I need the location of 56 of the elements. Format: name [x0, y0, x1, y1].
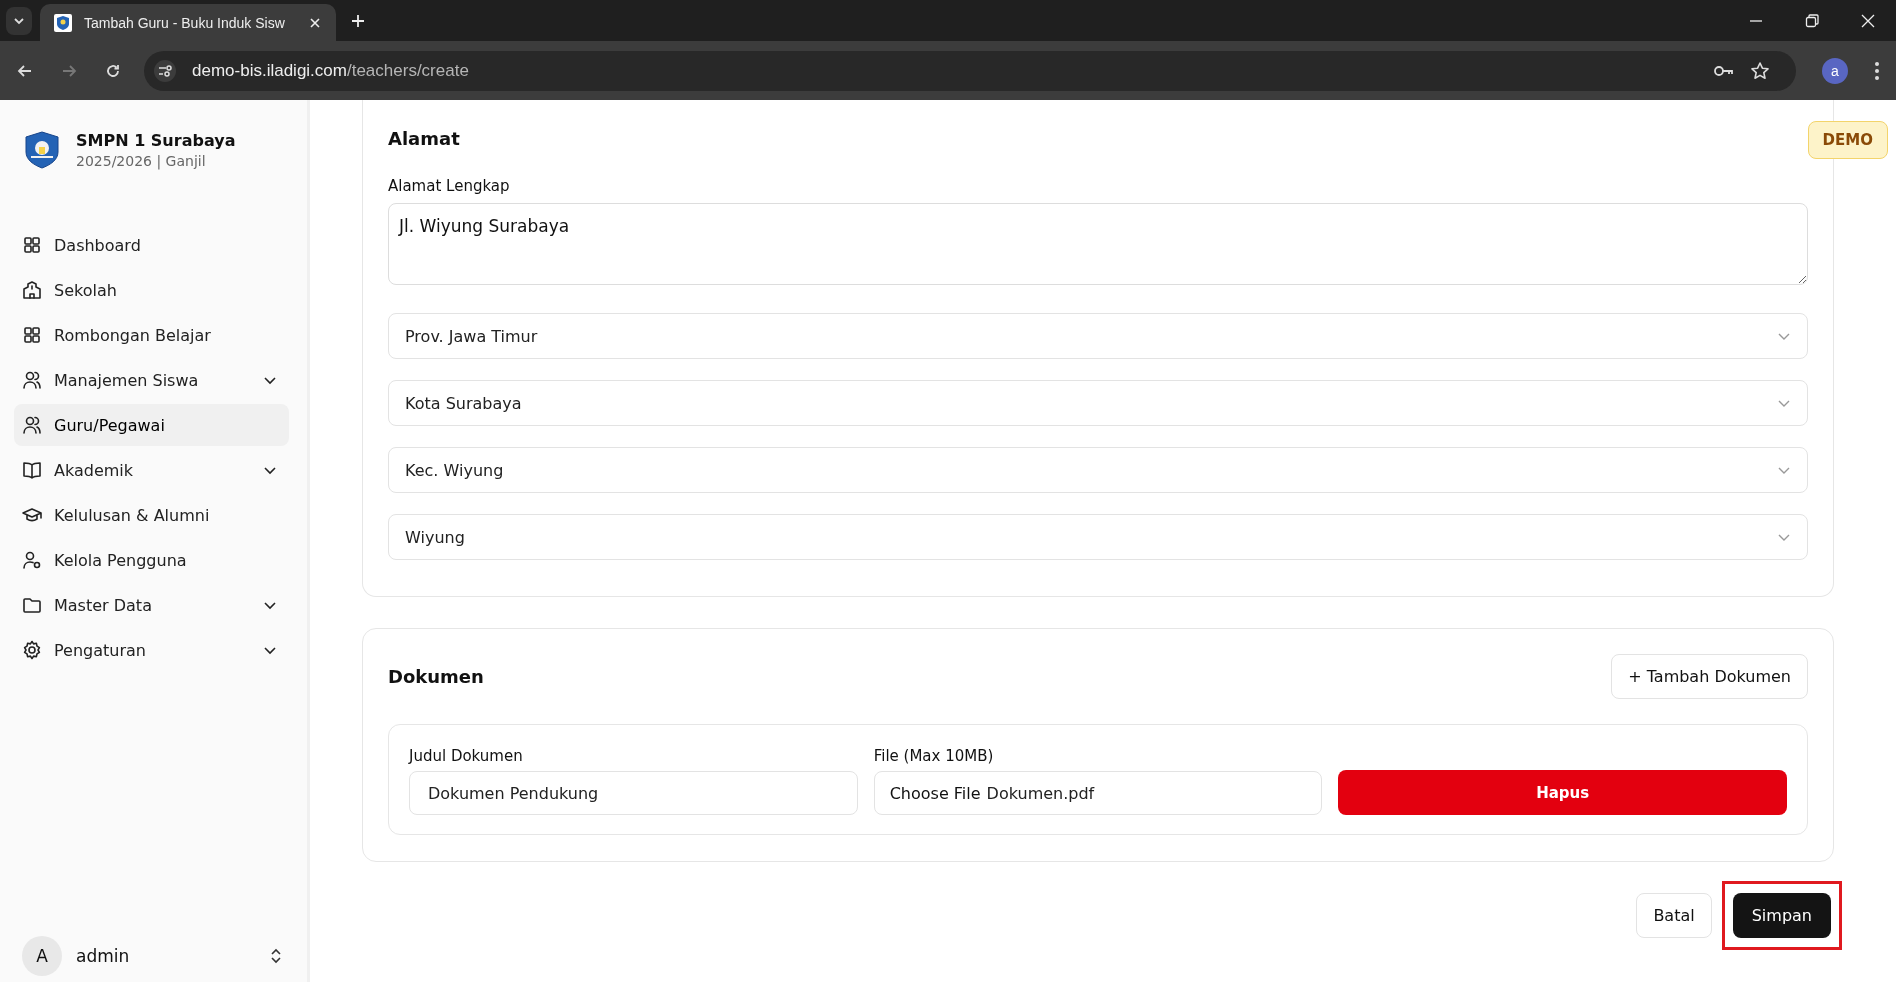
- section-title: Dokumen: [388, 666, 484, 687]
- close-icon[interactable]: [308, 15, 322, 30]
- address-bar[interactable]: demo-bis.iladigi.com/teachers/create: [144, 50, 1796, 91]
- settings-icon: [22, 640, 42, 660]
- select-field[interactable]: Wiyung: [388, 514, 1808, 560]
- sidebar-item[interactable]: Rombongan Belajar: [14, 314, 289, 356]
- cancel-button[interactable]: Batal: [1636, 893, 1712, 938]
- browser-tab[interactable]: Tambah Guru - Buku Induk Sisw: [40, 4, 336, 41]
- sidebar-item[interactable]: Manajemen Siswa: [14, 359, 289, 401]
- user-name: admin: [76, 946, 131, 966]
- select-field[interactable]: Prov. Jawa Timur: [388, 313, 1808, 359]
- users-icon: [22, 415, 42, 435]
- sidebar-item[interactable]: Sekolah: [14, 269, 289, 311]
- site-settings-icon[interactable]: [154, 59, 176, 82]
- school-name: SMPN 1 Surabaya: [76, 131, 236, 150]
- building-icon: [22, 280, 42, 300]
- school-logo-icon: [22, 130, 62, 170]
- sidebar-item[interactable]: Akademik: [14, 449, 289, 491]
- chevron-up-down-icon[interactable]: [269, 947, 283, 965]
- menu-icon[interactable]: [1874, 60, 1880, 81]
- grid-icon: [22, 325, 42, 345]
- close-window-icon[interactable]: [1860, 12, 1876, 29]
- new-tab-icon[interactable]: [350, 12, 366, 29]
- star-icon[interactable]: [1750, 60, 1770, 81]
- sidebar-item[interactable]: Kelulusan & Alumni: [14, 494, 289, 536]
- section-title: Alamat: [388, 128, 461, 149]
- document-title-field[interactable]: Dokumen Pendukung: [409, 771, 858, 815]
- school-logo-icon: [54, 13, 72, 32]
- select-field[interactable]: Kota Surabaya: [388, 380, 1808, 426]
- sidebar-item[interactable]: Kelola Pengguna: [14, 539, 289, 581]
- add-document-button[interactable]: + Tambah Dokumen: [1611, 654, 1808, 699]
- profile-avatar[interactable]: a: [1822, 57, 1848, 84]
- user-gear-icon: [22, 550, 42, 570]
- restore-icon[interactable]: [1804, 12, 1820, 29]
- demo-badge: DEMO: [1807, 121, 1888, 159]
- field-label: Alamat Lengkap: [388, 177, 511, 195]
- tab-list-button[interactable]: [6, 6, 32, 35]
- sidebar-item[interactable]: Guru/Pegawai: [14, 404, 289, 446]
- folder-icon: [22, 595, 42, 615]
- tab-title: Tambah Guru - Buku Induk Sisw: [84, 14, 286, 31]
- select-field[interactable]: Kec. Wiyung: [388, 447, 1808, 493]
- sidebar-item[interactable]: Dashboard: [14, 224, 289, 266]
- field-label: Judul Dokumen: [409, 747, 524, 765]
- file-field[interactable]: Choose File Dokumen.pdf: [873, 771, 1323, 815]
- field-label: File (Max 10MB): [873, 747, 995, 765]
- grid-icon: [22, 235, 42, 255]
- users-icon: [22, 370, 42, 390]
- academic-period: 2025/2026 | Ganjil: [76, 153, 207, 169]
- save-button[interactable]: Simpan: [1732, 893, 1831, 938]
- user-avatar: A: [22, 936, 62, 976]
- sidebar-item[interactable]: Master Data: [14, 584, 289, 626]
- delete-button[interactable]: Hapus: [1338, 770, 1787, 815]
- sidebar-item[interactable]: Pengaturan: [14, 629, 289, 671]
- book-icon: [22, 460, 42, 480]
- address-field[interactable]: Jl. Wiyung Surabaya: [388, 203, 1808, 285]
- url-text: demo-bis.iladigi.com/teachers/create: [192, 60, 469, 81]
